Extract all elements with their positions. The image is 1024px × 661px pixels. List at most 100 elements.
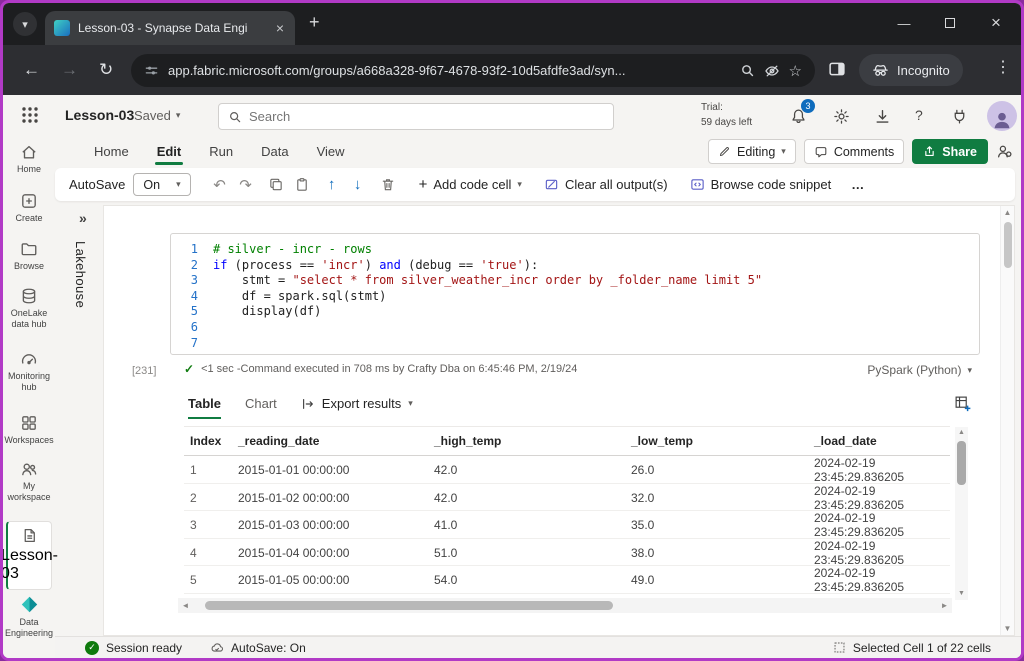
code-line[interactable]: 7 (171, 336, 979, 352)
scroll-up-icon[interactable]: ▲ (955, 427, 968, 439)
move-cell-up-icon[interactable]: ↑ (319, 176, 345, 193)
sidebar-item-monitoring-hub[interactable]: Monitoring hub (3, 350, 55, 393)
column-header[interactable]: _reading_date (238, 434, 434, 448)
sidebar-item-onelake-data-hub[interactable]: OneLake data hub (3, 287, 55, 330)
comments-button[interactable]: Comments (804, 139, 904, 164)
browser-menu-icon[interactable]: ⋮ (995, 57, 1011, 77)
collaboration-icon[interactable] (996, 143, 1013, 160)
sidebar-item-data-engineering[interactable]: Data Engineering (3, 595, 55, 639)
sidebar-item-create[interactable]: Create (3, 192, 55, 224)
sidebar-item-workspaces[interactable]: Workspaces (3, 414, 55, 446)
tab-close-icon[interactable]: × (274, 20, 286, 36)
tab-edit[interactable]: Edit (146, 138, 193, 165)
export-results-dropdown[interactable]: Export results ▾ (301, 396, 413, 411)
clear-all-outputs-button[interactable]: Clear all output(s) (544, 177, 668, 192)
move-cell-down-icon[interactable]: ↓ (345, 176, 371, 193)
table-row[interactable]: 52015-01-05 00:00:0054.049.02024-02-19 2… (184, 566, 950, 594)
tab-title: Lesson-03 - Synapse Data Engi (78, 21, 266, 35)
table-row[interactable]: 32015-01-03 00:00:0041.035.02024-02-19 2… (184, 511, 950, 539)
editing-mode-dropdown[interactable]: Editing▾ (708, 139, 796, 164)
undo-icon[interactable]: ↶ (207, 176, 233, 194)
redo-icon[interactable]: ↷ (233, 176, 259, 194)
address-bar[interactable]: app.fabric.microsoft.com/groups/a668a328… (131, 54, 815, 87)
more-options-icon[interactable]: … (851, 177, 864, 192)
help-icon[interactable]: ? (915, 107, 923, 123)
table-row[interactable]: 42015-01-04 00:00:0051.038.02024-02-19 2… (184, 539, 950, 567)
tab-run[interactable]: Run (198, 138, 244, 165)
explorer-title[interactable]: Lakehouse (73, 241, 88, 308)
sidebar-item-browse[interactable]: Browse (3, 240, 55, 272)
results-vertical-scrollbar[interactable]: ▲ ▼ (955, 427, 968, 600)
plug-icon[interactable] (951, 108, 968, 125)
search-input[interactable] (249, 109, 604, 124)
settings-gear-icon[interactable] (833, 108, 850, 125)
close-button[interactable]: × (973, 3, 1019, 43)
code-line[interactable]: 4 df = spark.sql(stmt) (171, 289, 979, 305)
minimize-button[interactable]: — (881, 3, 927, 43)
table-cell: 2024-02-19 23:45:29.836205 (814, 566, 950, 594)
results-horizontal-scrollbar[interactable]: ◄ ► (178, 598, 952, 613)
save-status[interactable]: Saved▾ (134, 108, 180, 123)
scroll-right-icon[interactable]: ► (937, 601, 952, 610)
app-launcher-icon[interactable] (21, 106, 39, 124)
results-tab-chart[interactable]: Chart (245, 396, 277, 417)
bookmark-star-icon[interactable]: ☆ (789, 62, 802, 80)
refresh-button[interactable]: ↻ (99, 58, 113, 82)
sidebar-item-lesson-03[interactable]: Lesson-03 (6, 521, 52, 590)
page-vertical-scrollbar[interactable]: ▲ ▼ (1000, 206, 1014, 635)
code-line[interactable]: 3 stmt = "select * from silver_weather_i… (171, 273, 979, 289)
table-options-icon[interactable] (954, 395, 971, 412)
scrollbar-thumb[interactable] (1004, 222, 1012, 268)
split-screen-icon[interactable] (827, 59, 847, 79)
copy-icon[interactable] (263, 177, 289, 192)
sidebar-item-my-workspace[interactable]: My workspace (3, 460, 55, 503)
code-line[interactable]: 5 display(df) (171, 304, 979, 320)
add-code-cell-button[interactable]: + Add code cell ▾ (419, 176, 522, 193)
table-row[interactable]: 22015-01-02 00:00:0042.032.02024-02-19 2… (184, 484, 950, 512)
code-line[interactable]: 1# silver - incr - rows (171, 242, 979, 258)
results-tab-table[interactable]: Table (188, 396, 221, 419)
scroll-left-icon[interactable]: ◄ (178, 601, 193, 610)
scroll-down-icon[interactable]: ▼ (1001, 624, 1014, 633)
zoom-icon[interactable] (740, 63, 755, 78)
scrollbar-track[interactable] (193, 598, 937, 613)
account-avatar[interactable] (987, 101, 1017, 131)
autosave-status[interactable]: AutoSave: On (210, 641, 306, 655)
url-text[interactable]: app.fabric.microsoft.com/groups/a668a328… (168, 63, 731, 78)
column-header[interactable]: _low_temp (631, 434, 814, 448)
code-cell[interactable]: 1# silver - incr - rows2if (process == '… (170, 233, 980, 355)
code-line[interactable]: 6 (171, 320, 979, 336)
site-settings-icon[interactable] (144, 63, 159, 78)
scroll-up-icon[interactable]: ▲ (1001, 208, 1014, 217)
delete-cell-icon[interactable] (375, 177, 401, 192)
scrollbar-thumb[interactable] (957, 441, 966, 485)
browser-tab[interactable]: Lesson-03 - Synapse Data Engi × (45, 11, 295, 45)
browse-code-snippet-button[interactable]: Browse code snippet (690, 177, 832, 192)
autosave-toggle-dropdown[interactable]: On▾ (133, 173, 190, 196)
tab-data[interactable]: Data (250, 138, 299, 165)
eye-slash-icon[interactable] (764, 63, 780, 79)
tab-view[interactable]: View (306, 138, 356, 165)
kernel-selector[interactable]: PySpark (Python)▾ (867, 363, 972, 377)
scroll-down-icon[interactable]: ▼ (955, 588, 968, 600)
data-engineering-icon (20, 595, 39, 614)
global-search[interactable] (218, 103, 614, 130)
scrollbar-thumb[interactable] (205, 601, 613, 610)
table-cell: 32.0 (631, 491, 814, 505)
expand-explorer-icon[interactable]: » (79, 210, 87, 226)
maximize-button[interactable] (927, 3, 973, 43)
sidebar-item-home[interactable]: Home (3, 143, 55, 175)
code-line[interactable]: 2if (process == 'incr') and (debug == 't… (171, 258, 979, 274)
tab-home[interactable]: Home (83, 138, 140, 165)
new-tab-button[interactable]: + (309, 12, 320, 33)
share-button[interactable]: Share (912, 139, 988, 164)
back-button[interactable]: ← (23, 58, 40, 82)
column-header[interactable]: _load_date (814, 434, 950, 448)
column-header[interactable]: _high_temp (434, 434, 631, 448)
paste-icon[interactable] (289, 177, 315, 192)
tab-search-button[interactable]: ▾ (13, 12, 37, 36)
table-row[interactable]: 12015-01-01 00:00:0042.026.02024-02-19 2… (184, 456, 950, 484)
column-header[interactable]: Index (190, 434, 238, 448)
forward-button[interactable]: → (61, 58, 78, 82)
download-icon[interactable] (874, 108, 891, 125)
